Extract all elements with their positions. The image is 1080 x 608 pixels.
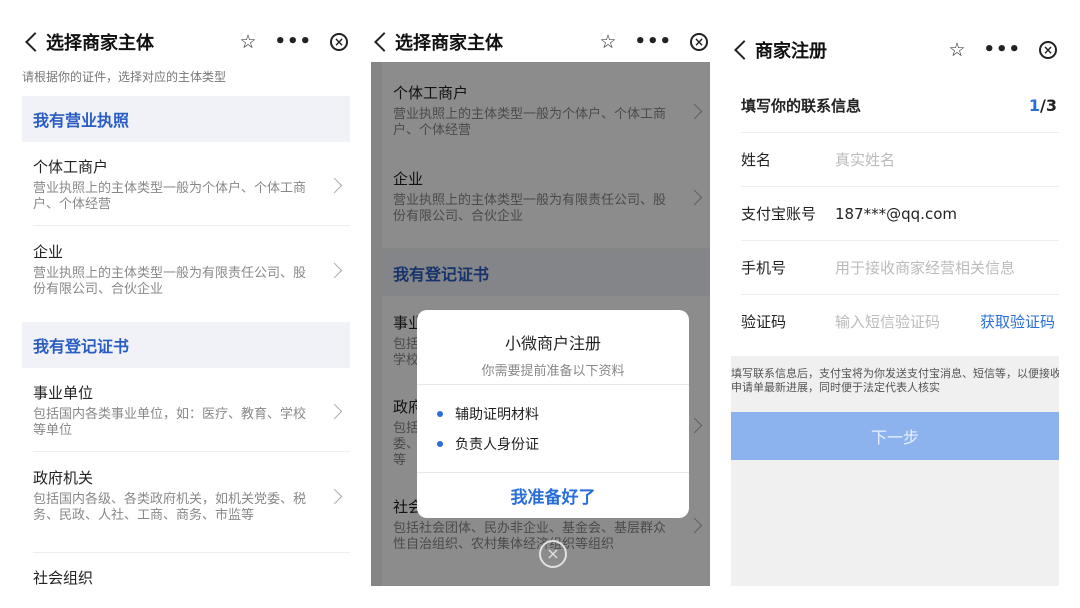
ready-button[interactable]: 我准备好了	[417, 472, 689, 518]
dialog-title: 小微商户注册	[504, 334, 601, 353]
screen-merchant-register: 商家注册 ☆ ••• × 填写你的联系信息 1/3 姓名 真实姓名 支付宝账号 …	[731, 22, 1059, 586]
entity-item-institution[interactable]: 事业单位 包括国内各类事业单位，如：医疗、教育、学校等单位	[22, 382, 350, 439]
nav-actions: ☆ ••• ×	[239, 32, 348, 52]
entity-name: 企业	[33, 243, 64, 261]
divider	[33, 225, 350, 226]
more-icon[interactable]: •••	[634, 33, 672, 51]
hint-text: 请根据你的证件，选择对应的主体类型	[22, 70, 227, 84]
close-icon[interactable]: ×	[690, 33, 708, 51]
note-line: 申请单最新进展，同时便于法定代表人核实	[731, 381, 940, 394]
screen-select-entity: 选择商家主体 ☆ ••• × 请根据你的证件，选择对应的主体类型 我有营业执照 …	[22, 22, 350, 586]
star-icon[interactable]: ☆	[599, 32, 616, 52]
close-icon[interactable]: ×	[330, 33, 348, 51]
material-label: 辅助证明材料	[455, 407, 539, 423]
more-icon[interactable]: •••	[274, 33, 312, 51]
nav-bar: 商家注册 ☆ ••• ×	[731, 22, 1059, 78]
dialog-subtitle: 你需要提前准备以下资料	[481, 364, 625, 379]
entity-item-social-org[interactable]: 社会组织	[22, 567, 350, 586]
back-icon[interactable]	[25, 32, 45, 52]
alipay-account-field[interactable]: 支付宝账号 187***@qq.com	[741, 186, 1059, 240]
info-note: 填写联系信息后，支付宝将为你发送支付宝消息、短信等，以便接收 申请单最新进展，同…	[731, 367, 1059, 395]
entity-name: 事业单位	[33, 384, 94, 402]
step-indicator: 1/3	[1029, 96, 1057, 115]
more-icon[interactable]: •••	[983, 41, 1021, 59]
phone-input[interactable]: 用于接收商家经营相关信息	[835, 257, 1015, 278]
entity-name: 社会组织	[33, 569, 94, 586]
back-icon[interactable]	[374, 32, 394, 52]
entity-item-individual[interactable]: 个体工商户 营业执照上的主体类型一般为个体户、个体工商户、个体经营	[22, 156, 350, 213]
chevron-right-icon	[326, 262, 343, 279]
form-header: 填写你的联系信息 1/3	[741, 78, 1059, 132]
field-label: 验证码	[741, 313, 787, 331]
nav-bar: 选择商家主体 ☆ ••• ×	[22, 22, 350, 62]
entity-desc: 营业执照上的主体类型一般为有限责任公司、股份有限公司、合伙企业	[33, 266, 307, 297]
material-label: 负责人身份证	[455, 437, 539, 453]
chevron-right-icon	[326, 177, 343, 194]
back-icon[interactable]	[734, 40, 754, 60]
section-registration-cert: 我有登记证书	[22, 322, 350, 368]
entity-desc: 包括国内各级、各类政府机关，如机关党委、税务、民政、人社、工商、商务、市监等	[33, 492, 307, 523]
note-line: 填写联系信息后，支付宝将为你发送支付宝消息、短信等，以便接收	[731, 367, 1059, 380]
screen-select-entity-dialog: 选择商家主体 ☆ ••• × 个体工商户 营业执照上的主体类型一般为个体户、个体…	[371, 22, 710, 586]
nav-actions: ☆ ••• ×	[948, 40, 1057, 60]
entity-item-government[interactable]: 政府机关 包括国内各级、各类政府机关，如机关党委、税务、民政、人社、工商、商务、…	[22, 467, 350, 524]
material-bullet: 负责人身份证	[437, 434, 539, 454]
star-icon[interactable]: ☆	[948, 40, 965, 60]
bullet-dot-icon	[437, 441, 443, 447]
field-label: 姓名	[741, 151, 772, 169]
nav-bar: 选择商家主体 ☆ ••• ×	[371, 22, 710, 62]
bullet-dot-icon	[437, 411, 443, 417]
divider	[417, 384, 689, 385]
dialog-close-icon[interactable]: ×	[539, 540, 567, 568]
star-icon[interactable]: ☆	[239, 32, 256, 52]
prepare-materials-dialog: 小微商户注册 你需要提前准备以下资料 辅助证明材料 负责人身份证 我准备好了	[417, 310, 689, 518]
page-title: 商家注册	[755, 41, 827, 62]
field-label: 支付宝账号	[741, 205, 817, 223]
next-button[interactable]: 下一步	[731, 412, 1059, 460]
chevron-right-icon	[326, 403, 343, 420]
nav-actions: ☆ ••• ×	[599, 32, 708, 52]
entity-desc: 包括国内各类事业单位，如：医疗、教育、学校等单位	[33, 407, 307, 438]
chevron-right-icon	[326, 488, 343, 505]
entity-item-enterprise[interactable]: 企业 营业执照上的主体类型一般为有限责任公司、股份有限公司、合伙企业	[22, 241, 350, 298]
close-icon[interactable]: ×	[1039, 41, 1057, 59]
contact-form: 填写你的联系信息 1/3 姓名 真实姓名 支付宝账号 187***@qq.com…	[731, 78, 1059, 356]
verify-code-input[interactable]: 输入短信验证码	[835, 311, 940, 332]
name-field[interactable]: 姓名 真实姓名	[741, 132, 1059, 186]
entity-name: 个体工商户	[33, 158, 109, 176]
phone-field[interactable]: 手机号 用于接收商家经营相关信息	[741, 240, 1059, 294]
page-title: 选择商家主体	[395, 33, 503, 54]
form-title: 填写你的联系信息	[741, 96, 862, 115]
step-current: 1	[1028, 95, 1041, 115]
divider	[33, 451, 350, 452]
field-label: 手机号	[741, 259, 787, 277]
material-bullet: 辅助证明材料	[437, 404, 539, 424]
entity-desc: 营业执照上的主体类型一般为个体户、个体工商户、个体经营	[33, 181, 307, 212]
name-input[interactable]: 真实姓名	[835, 149, 895, 170]
step-total: /3	[1040, 95, 1057, 115]
alipay-account-input[interactable]: 187***@qq.com	[835, 205, 957, 223]
page-title: 选择商家主体	[46, 33, 154, 54]
verify-code-field[interactable]: 验证码 输入短信验证码 获取验证码	[741, 294, 1059, 348]
get-code-button[interactable]: 获取验证码	[980, 311, 1055, 332]
divider	[33, 552, 350, 553]
section-business-license: 我有营业执照	[22, 96, 350, 142]
entity-name: 政府机关	[33, 469, 94, 487]
